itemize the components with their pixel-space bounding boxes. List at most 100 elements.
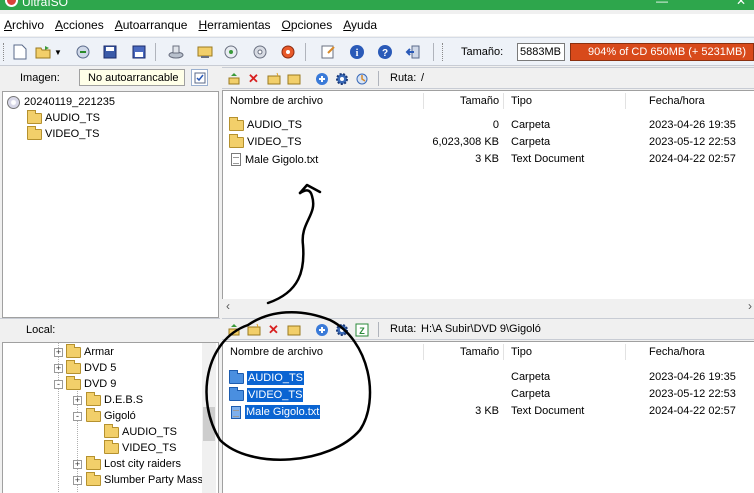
file-date: 2023-05-12 22:53	[649, 388, 736, 400]
settings-gear-icon[interactable]	[333, 70, 350, 87]
convert-icon[interactable]	[278, 42, 298, 62]
file-row-selected[interactable]: VIDEO_TS Carpeta 2023-05-12 22:53	[223, 386, 754, 403]
column-header-name[interactable]: Nombre de archivo	[230, 342, 323, 362]
mount-icon[interactable]	[250, 42, 270, 62]
tree-item-audio-ts[interactable]: AUDIO_TS	[104, 423, 177, 440]
capacity-bar[interactable]: 904% of CD 650MB (+ 5231MB)	[570, 43, 754, 61]
expand-toggle[interactable]: +	[73, 476, 82, 485]
burn-icon[interactable]	[166, 42, 186, 62]
file-date: 2024-04-22 02:57	[649, 153, 736, 165]
upper-horizontal-scrollbar[interactable]: ‹ ›	[222, 299, 754, 313]
boot-status-field: No autoarrancable	[79, 69, 185, 86]
folder-icon	[86, 471, 101, 486]
file-row[interactable]: Male Gigolo.txt 3 KB Text Document 2024-…	[223, 151, 754, 168]
column-header-date[interactable]: Fecha/hora	[649, 91, 705, 111]
up-folder-icon[interactable]	[225, 321, 242, 338]
menu-ayuda[interactable]: Ayuda	[343, 18, 377, 32]
collapse-toggle[interactable]: -	[73, 412, 82, 421]
properties-icon[interactable]	[318, 42, 338, 62]
expand-toggle[interactable]: +	[73, 396, 82, 405]
column-header-date[interactable]: Fecha/hora	[649, 342, 705, 362]
column-divider[interactable]	[423, 344, 424, 360]
local-pane-header: Local:	[0, 318, 220, 340]
save-as-icon[interactable]	[129, 42, 149, 62]
column-header-size[interactable]: Tamaño	[460, 342, 499, 362]
tree-item-video-ts[interactable]: VIDEO_TS	[104, 439, 176, 456]
column-divider[interactable]	[423, 93, 424, 109]
column-header-name[interactable]: Nombre de archivo	[230, 91, 323, 111]
file-row[interactable]: VIDEO_TS 6,023,308 KB Carpeta 2023-05-12…	[223, 133, 754, 151]
column-divider[interactable]	[503, 93, 504, 109]
minimize-icon[interactable]: —	[656, 0, 668, 8]
toolbar-grip[interactable]	[3, 43, 6, 61]
virtual-drive-icon[interactable]	[195, 42, 215, 62]
rename-icon[interactable]	[285, 70, 302, 87]
new-folder-icon[interactable]	[245, 321, 262, 338]
collapse-toggle[interactable]: -	[54, 380, 63, 389]
folder-icon	[229, 369, 244, 384]
scroll-left-icon[interactable]: ‹	[226, 299, 230, 313]
tree-item-dvd5[interactable]: DVD 5	[66, 359, 116, 376]
file-type: Carpeta	[511, 371, 551, 383]
column-divider[interactable]	[625, 344, 626, 360]
expand-toggle[interactable]: +	[54, 348, 63, 357]
boot-properties-icon[interactable]	[191, 69, 208, 86]
new-folder-icon[interactable]	[265, 70, 282, 87]
up-folder-icon[interactable]	[225, 70, 242, 87]
delete-icon[interactable]: ✕	[245, 70, 262, 87]
file-row-selected[interactable]: Male Gigolo.txt 3 KB Text Document 2024-…	[223, 403, 754, 420]
close-icon[interactable]: ✕	[736, 0, 746, 8]
info-icon[interactable]: i	[347, 42, 367, 62]
delete-icon[interactable]: ✕	[265, 321, 282, 338]
tree-item-armar[interactable]: Armar	[66, 343, 114, 360]
add-files-icon[interactable]	[313, 70, 330, 87]
open-dropdown-icon[interactable]: ▼	[53, 42, 63, 62]
scroll-thumb[interactable]	[203, 407, 215, 441]
tree-item-dvd9[interactable]: DVD 9	[66, 375, 116, 392]
tree-item-disc[interactable]: 20240119_221235	[7, 94, 115, 110]
column-header-type[interactable]: Tipo	[511, 91, 532, 111]
folder-icon	[104, 439, 119, 454]
column-header-type[interactable]: Tipo	[511, 342, 532, 362]
column-header-size[interactable]: Tamaño	[460, 91, 499, 111]
file-name: Male Gigolo.txt	[245, 153, 319, 166]
tree-item-slumber-party[interactable]: Slumber Party Massa	[86, 471, 210, 488]
expand-toggle[interactable]: +	[73, 460, 82, 469]
toolbar-grip[interactable]	[442, 43, 445, 61]
tree-item-label: Lost city raiders	[104, 458, 182, 470]
open-icon[interactable]	[33, 42, 53, 62]
file-row-selected[interactable]: AUDIO_TS Carpeta 2023-04-26 19:35	[223, 369, 754, 386]
menu-opciones[interactable]: Opciones	[282, 18, 333, 32]
column-divider[interactable]	[625, 93, 626, 109]
rename-icon[interactable]	[285, 321, 302, 338]
save-icon[interactable]	[100, 42, 120, 62]
tree-item-gigolo[interactable]: Gigoló	[86, 407, 136, 424]
add-files-icon[interactable]	[313, 321, 330, 338]
folder-icon	[66, 359, 81, 374]
extract-icon[interactable]	[73, 42, 93, 62]
menu-archivo[interactable]: Archivo	[4, 18, 44, 32]
tree-item-lost-city-raiders[interactable]: Lost city raiders	[86, 455, 182, 472]
compress-icon[interactable]	[221, 42, 241, 62]
menu-acciones[interactable]: Acciones	[55, 18, 104, 32]
new-file-icon[interactable]	[10, 42, 30, 62]
exit-icon[interactable]	[403, 42, 423, 62]
refresh-icon[interactable]	[353, 70, 370, 87]
tree-item-debs[interactable]: D.E.B.S	[86, 391, 143, 408]
expand-toggle[interactable]: +	[54, 364, 63, 373]
file-row[interactable]: AUDIO_TS 0 Carpeta 2023-04-26 19:35	[223, 116, 754, 134]
excel-icon[interactable]: Z	[353, 321, 370, 338]
tree-item-label: VIDEO_TS	[45, 128, 100, 140]
tree-item-label: Slumber Party Massa	[104, 474, 210, 486]
local-vertical-scrollbar[interactable]	[202, 343, 216, 493]
help-icon[interactable]: ?	[375, 42, 395, 62]
settings-gear-icon[interactable]	[333, 321, 350, 338]
menu-autoarranque[interactable]: Autoarranque	[115, 18, 188, 32]
tree-item-audio-ts[interactable]: AUDIO_TS	[27, 109, 100, 126]
scroll-right-icon[interactable]: ›	[748, 299, 752, 313]
column-divider[interactable]	[503, 344, 504, 360]
path-separator	[378, 71, 379, 86]
tree-item-video-ts[interactable]: VIDEO_TS	[27, 125, 100, 142]
menu-herramientas[interactable]: Herramientas	[198, 18, 270, 32]
file-name: Male Gigolo.txt	[245, 405, 321, 419]
